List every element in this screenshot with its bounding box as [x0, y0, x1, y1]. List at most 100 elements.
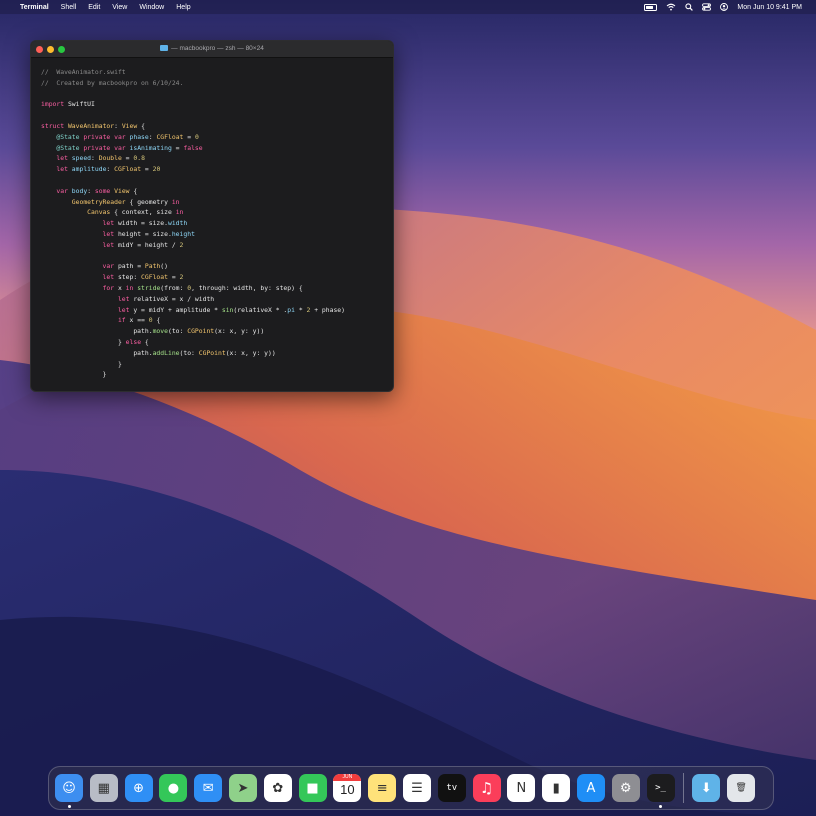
- code-line: var path = Path(): [41, 261, 393, 272]
- minimize-window-button[interactable]: [47, 45, 54, 53]
- code-token: CGFloat: [156, 132, 184, 141]
- notes-glyph: ≡: [376, 780, 388, 796]
- trash-icon[interactable]: 🗑: [727, 774, 756, 802]
- terminal-icon[interactable]: >_: [646, 774, 675, 808]
- code-token: path.: [41, 327, 153, 336]
- menu-app-name[interactable]: Terminal: [20, 4, 49, 11]
- messages-icon[interactable]: ●: [159, 774, 188, 802]
- code-token: @State: [41, 143, 80, 152]
- menu-clock[interactable]: Mon Jun 10 9:41 PM: [737, 4, 802, 11]
- code-line: let midY = height / 2: [41, 240, 393, 251]
- numbers-glyph: ▮: [552, 780, 560, 796]
- finder-icon[interactable]: ☺: [55, 774, 83, 808]
- maps-glyph: ➤: [237, 780, 249, 796]
- code-line: let step: CGFloat = 2: [41, 272, 393, 283]
- mail-icon[interactable]: ✉: [194, 774, 223, 802]
- photos-icon[interactable]: ✿: [263, 774, 292, 802]
- messages-glyph: ●: [167, 780, 180, 796]
- close-window-button[interactable]: [36, 45, 43, 53]
- downloads-folder-icon[interactable]: ⬇: [692, 774, 721, 802]
- safari-icon[interactable]: ⊕: [124, 774, 153, 802]
- app-store-icon[interactable]: A: [576, 774, 605, 802]
- code-token: amplitude: [67, 165, 107, 174]
- music-icon[interactable]: ♫: [472, 774, 501, 802]
- code-line: GeometryReader { geometry in: [41, 197, 393, 208]
- code-token: Path: [144, 262, 161, 271]
- control-center-icon[interactable]: [702, 3, 712, 11]
- calendar-icon[interactable]: JUN 10: [333, 774, 362, 802]
- code-token: }: [41, 337, 126, 346]
- maps-icon[interactable]: ➤: [228, 774, 257, 802]
- menu-window[interactable]: Window: [139, 4, 164, 11]
- code-token: in: [171, 197, 180, 206]
- code-token: false: [183, 143, 203, 152]
- code-line: Canvas { context, size in: [41, 207, 393, 218]
- code-token: var: [110, 132, 126, 141]
- facetime-icon[interactable]: ■: [298, 774, 327, 802]
- menu-shell[interactable]: Shell: [61, 4, 77, 11]
- menu-view[interactable]: View: [112, 4, 127, 11]
- launchpad-icon[interactable]: ▦: [89, 774, 118, 802]
- user-icon[interactable]: [720, 3, 729, 11]
- code-token: if: [41, 316, 126, 325]
- code-line: for x in stride(from: 0, through: width,…: [41, 283, 393, 294]
- code-token: private: [79, 143, 111, 152]
- code-line: let speed: Double = 0.8: [41, 153, 393, 164]
- code-token: @State: [41, 132, 80, 141]
- code-token: var: [41, 262, 115, 271]
- code-token: =: [167, 273, 180, 282]
- zoom-window-button[interactable]: [58, 45, 65, 53]
- code-token: relativeX = x / width: [129, 294, 215, 303]
- code-line: let amplitude: CGFloat = 20: [41, 164, 393, 175]
- facetime-glyph: ■: [306, 780, 319, 796]
- running-indicator: [67, 805, 71, 808]
- terminal-content[interactable]: // WaveAnimator.swift // Created by macbo…: [31, 58, 393, 380]
- code-line: }: [41, 369, 393, 380]
- code-token: CGFloat: [114, 165, 142, 174]
- code-token: midY = height /: [114, 240, 180, 249]
- notes-icon[interactable]: ≡: [368, 774, 397, 802]
- system-settings-icon[interactable]: ⚙: [611, 774, 640, 802]
- finder-glyph: ☺: [62, 780, 76, 796]
- search-icon[interactable]: [685, 3, 694, 11]
- numbers-icon[interactable]: ▮: [542, 774, 571, 802]
- battery-icon[interactable]: [644, 3, 658, 11]
- code-token: {: [129, 186, 138, 195]
- menu-edit[interactable]: Edit: [88, 4, 100, 11]
- running-indicator: [659, 805, 663, 808]
- code-token: (x: x, y: y)): [214, 327, 265, 336]
- terminal-window[interactable]: — macbookpro — zsh — 80×24 // WaveAnimat…: [30, 40, 394, 392]
- code-token: SwiftUI: [64, 100, 95, 109]
- dock: ☺ ▦ ⊕ ● ✉ ➤ ✿ ■ JUN 10 ≡ ☰ tv ♫ N ▮ A ⚙ >_ ⬇ 🗑: [48, 766, 774, 810]
- wifi-icon[interactable]: [666, 3, 676, 11]
- code-token: move: [152, 327, 168, 336]
- code-token: let: [41, 305, 130, 314]
- code-token: :: [91, 154, 99, 163]
- safari-glyph: ⊕: [133, 780, 145, 796]
- code-token: var: [41, 186, 68, 195]
- code-token: width: [167, 219, 188, 228]
- code-token: (x: x, y: y)): [225, 348, 276, 357]
- code-token: let: [41, 240, 115, 249]
- news-icon[interactable]: N: [507, 774, 536, 802]
- code-token: let: [41, 219, 115, 228]
- code-token: private: [79, 132, 111, 141]
- terminal-title-bar[interactable]: — macbookpro — zsh — 80×24: [31, 41, 393, 58]
- code-line: var body: some View {: [41, 186, 393, 197]
- code-token: struct: [41, 121, 65, 130]
- code-token: {: [141, 337, 149, 346]
- code-token: step:: [114, 273, 142, 282]
- code-token: }: [41, 370, 107, 379]
- code-token: else: [125, 337, 142, 346]
- code-token: var: [110, 143, 126, 152]
- reminders-icon[interactable]: ☰: [402, 774, 431, 802]
- code-line: @State private var phase: CGFloat = 0: [41, 132, 393, 143]
- code-token: =: [121, 154, 134, 163]
- code-token: path.: [41, 348, 153, 357]
- code-token: :: [87, 186, 95, 195]
- code-token: let: [41, 229, 115, 238]
- apple-tv-icon[interactable]: tv: [437, 774, 466, 802]
- menu-help[interactable]: Help: [176, 4, 190, 11]
